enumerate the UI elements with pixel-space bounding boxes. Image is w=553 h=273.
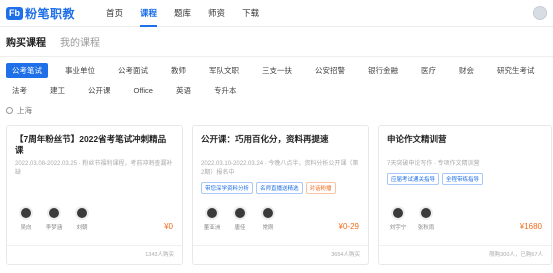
course-cards: 【7周年粉丝节】2022省考笔试冲刺精品课 2022.03.08-2022.03… [6,125,552,265]
card-divider [379,245,551,246]
brand-logo[interactable]: Fb 粉笔职教 [6,5,101,22]
teacher-name: 张秋雨 [417,225,435,231]
course-date: 2022.03.10-2022.03.24 · 今晚八点半，资料分析公开课（第2… [201,161,359,176]
teacher-list: 刘宇宁 张秋雨 [389,206,435,231]
course-tag: 名师直播送精选 [256,182,303,194]
filter-chip[interactable]: 军队文职 [203,63,245,78]
teacher: 刘宇宁 [389,206,407,231]
course-title: 公开课：巧用百化分，资料再提速 [201,134,329,144]
teacher-name: 吴向 [20,225,32,231]
filter-chip[interactable]: 公安招警 [309,63,351,78]
course-title: 申论作文精训营 [387,134,447,144]
teacher: 张秋雨 [417,206,435,231]
filter-chip[interactable]: 医疗 [415,63,442,78]
course-tags: 带您深学资料分析 名师直播送精选 对话粉播 [201,182,360,194]
course-tags: 应届考试通关指导 全程带练指导 [387,173,543,185]
teacher-avatar [419,206,433,220]
logo-text: 粉笔职教 [25,6,76,21]
filter-chip[interactable]: 公考笔试 [6,63,48,78]
course-date: 7天突破申论写作 · 专项作文精训营 [387,161,480,167]
teacher: 董亚洲 [203,206,221,231]
teacher: 常刚 [259,206,277,231]
location-selector[interactable]: 上海 [0,102,553,118]
teacher: 唐佳 [231,206,249,231]
nav-courses[interactable]: 课程 [140,7,158,27]
teacher-avatar [205,206,219,220]
filter-chip[interactable]: 事业单位 [59,63,101,78]
nav-home[interactable]: 首页 [106,7,123,19]
teacher: 李梦涵 [45,206,63,231]
location-label: 上海 [17,105,32,115]
nav-download[interactable]: 下载 [242,7,259,19]
teacher: 吴向 [17,206,35,231]
filter-chip[interactable]: 三支一扶 [256,63,298,78]
course-price: ¥0-29 [338,222,359,231]
filter-chip[interactable]: 法考 [6,83,33,98]
course-title: 【7周年粉丝节】2022省考笔试冲刺精品课 [15,134,167,155]
filter-chip[interactable]: Office [128,84,159,97]
course-tag: 应届考试通关指导 [387,173,440,185]
course-card[interactable]: 公开课：巧用百化分，资料再提速 2022.03.10-2022.03.24 · … [192,125,369,265]
teacher-avatar [47,206,61,220]
teacher-name: 唐佳 [234,225,246,231]
tab-buy-courses[interactable]: 购买课程 [6,34,46,49]
teacher-avatar [233,206,247,220]
nav-teachers[interactable]: 师资 [208,7,225,19]
card-divider [7,245,182,246]
teacher-avatar [391,206,405,220]
top-bar: Fb 粉笔职教 首页 课程 题库 师资 下载 [0,0,553,27]
teacher-name: 李梦涵 [45,225,63,231]
course-tag: 带您深学资料分析 [201,182,254,194]
filter-row: 公考笔试 事业单位 公考面试 教师 军队文职 三支一扶 公安招警 银行金融 医疗… [6,62,547,79]
main-nav: 首页 课程 题库 师资 下载 [106,7,259,27]
teacher-list: 吴向 李梦涵 刘朝 [17,206,91,231]
teacher-avatar [75,206,89,220]
filter-chip[interactable]: 研究生考试 [491,63,541,78]
filter-chip[interactable]: 教师 [165,63,192,78]
category-filters: 公考笔试 事业单位 公考面试 教师 军队文职 三支一扶 公安招警 银行金融 医疗… [0,57,553,99]
user-avatar[interactable] [533,6,547,20]
course-price: ¥0 [164,222,173,231]
tab-my-courses[interactable]: 我的课程 [60,34,100,49]
buyer-count: 1343人购买 [145,252,174,258]
teacher-name: 常刚 [262,225,274,231]
filter-chip[interactable]: 英语 [170,83,197,98]
course-card[interactable]: 申论作文精训营 7天突破申论写作 · 专项作文精训营 应届考试通关指导 全程带练… [378,125,552,265]
teacher-avatar [261,206,275,220]
course-card[interactable]: 【7周年粉丝节】2022省考笔试冲刺精品课 2022.03.08-2022.03… [6,125,183,265]
teacher-list: 董亚洲 唐佳 常刚 [203,206,277,231]
nav-question-bank[interactable]: 题库 [174,7,191,19]
filter-chip[interactable]: 财会 [453,63,480,78]
course-tag: 对话粉播 [305,182,336,194]
teacher-name: 刘宇宁 [389,225,407,231]
filter-chip[interactable]: 专升本 [208,83,243,98]
teacher-avatar [19,206,33,220]
card-divider [193,245,368,246]
filter-chip[interactable]: 银行金融 [362,63,404,78]
buyer-count: 3654人购买 [331,252,360,258]
filter-row: 法考 建工 公开课 Office 英语 专升本 [6,82,547,99]
buyer-count: 限购300人，已购67人 [489,252,543,258]
location-pin-icon [6,106,13,114]
course-tabs: 购买课程 我的课程 [0,27,553,57]
filter-chip[interactable]: 公考面试 [112,63,154,78]
filter-chip[interactable]: 公开课 [82,83,117,98]
course-tag: 全程带练指导 [442,173,484,185]
course-price: ¥1680 [519,222,542,231]
logo-mark: Fb [6,6,23,20]
course-date: 2022.03.08-2022.03.25 · 粉丝节福利课程，考前冲刺查漏补缺 [15,161,173,176]
filter-chip[interactable]: 建工 [44,83,71,98]
teacher: 刘朝 [73,206,91,231]
teacher-name: 刘朝 [76,225,88,231]
teacher-name: 董亚洲 [203,225,221,231]
